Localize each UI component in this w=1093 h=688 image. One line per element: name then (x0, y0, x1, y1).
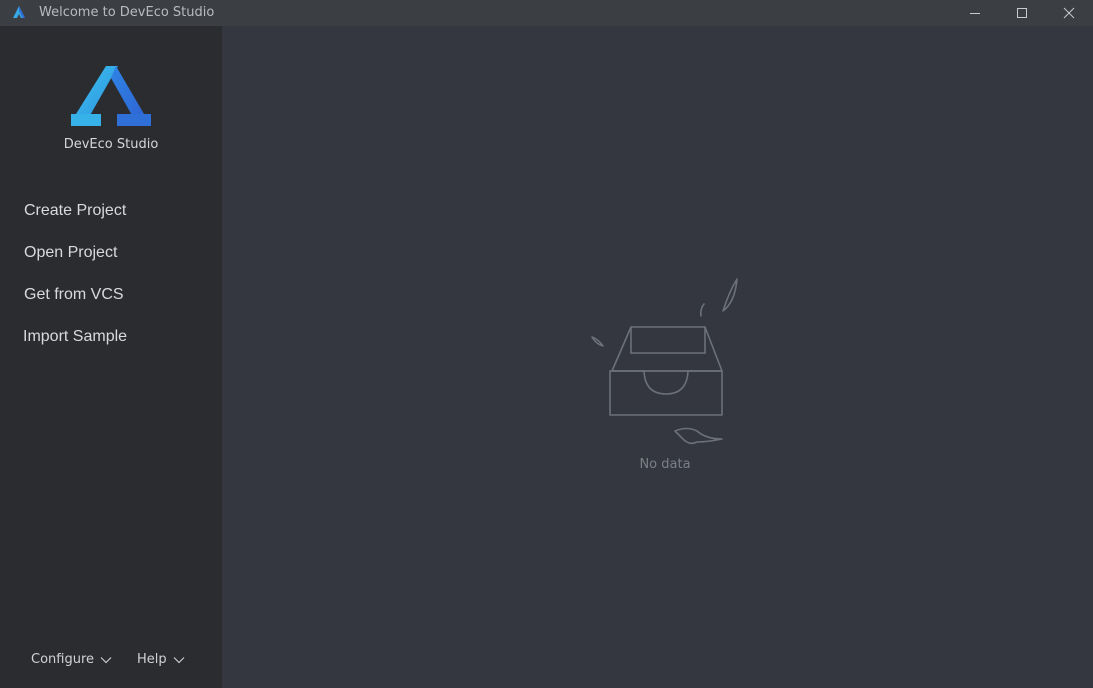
maximize-button[interactable] (999, 0, 1045, 26)
close-button[interactable] (1046, 0, 1092, 26)
close-icon (1063, 7, 1075, 19)
main-panel: No data (222, 26, 1093, 688)
import-sample-link[interactable]: Import Sample (23, 327, 127, 347)
help-label: Help (137, 652, 167, 667)
title-bar: Welcome to DevEco Studio (0, 0, 1093, 26)
deveco-logo (71, 66, 151, 126)
empty-inbox-icon (591, 278, 738, 445)
configure-dropdown[interactable]: Configure (31, 652, 112, 667)
empty-state-text: No data (639, 457, 691, 472)
get-from-vcs-link[interactable]: Get from VCS (24, 285, 124, 305)
sidebar: DevEco Studio Create Project Open Projec… (0, 26, 222, 688)
maximize-icon (1017, 8, 1027, 18)
create-project-link[interactable]: Create Project (24, 201, 126, 221)
chevron-down-icon (173, 656, 185, 663)
chevron-down-icon (100, 656, 112, 663)
app-name: DevEco Studio (63, 137, 159, 152)
open-project-link[interactable]: Open Project (24, 243, 117, 263)
deveco-app-icon (13, 6, 25, 18)
minimize-button[interactable] (952, 0, 998, 26)
window-title: Welcome to DevEco Studio (39, 5, 215, 20)
minimize-icon (970, 13, 980, 14)
help-dropdown[interactable]: Help (137, 652, 185, 667)
configure-label: Configure (31, 652, 95, 667)
